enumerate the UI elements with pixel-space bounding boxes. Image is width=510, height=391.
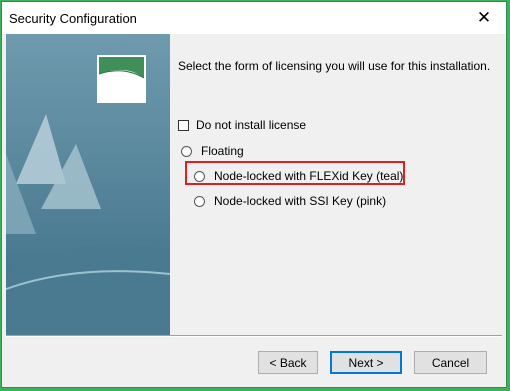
radio-icon[interactable] xyxy=(194,195,205,207)
sail-artwork xyxy=(6,34,170,335)
radio-label: Node-locked with SSI Key (pink) xyxy=(214,194,387,208)
cancel-button[interactable]: Cancel xyxy=(414,351,487,374)
installer-side-art xyxy=(6,34,170,335)
close-icon[interactable]: ✕ xyxy=(464,3,504,33)
radio-icon[interactable] xyxy=(194,170,205,182)
title-bar: Security Configuration ✕ xyxy=(2,2,506,34)
window-title: Security Configuration xyxy=(9,11,137,26)
radio-node-locked-flexid[interactable]: Node-locked with FLEXid Key (teal) xyxy=(194,169,403,183)
checkbox-icon[interactable] xyxy=(178,119,189,131)
back-button[interactable]: < Back xyxy=(258,351,318,374)
radio-icon[interactable] xyxy=(181,145,192,157)
radio-node-locked-ssi[interactable]: Node-locked with SSI Key (pink) xyxy=(194,194,386,208)
radio-label: Floating xyxy=(201,144,244,158)
do-not-install-license-checkbox[interactable]: Do not install license xyxy=(178,118,306,132)
security-configuration-dialog: Security Configuration ✕ Select the form… xyxy=(1,1,507,388)
content-panel: Select the form of licensing you will us… xyxy=(170,34,502,335)
next-button[interactable]: Next > xyxy=(330,351,402,374)
radio-label: Node-locked with FLEXid Key (teal) xyxy=(214,169,404,183)
instruction-text: Select the form of licensing you will us… xyxy=(178,59,491,73)
checkbox-label: Do not install license xyxy=(196,118,307,132)
radio-floating[interactable]: Floating xyxy=(181,144,244,158)
button-divider xyxy=(6,335,502,337)
